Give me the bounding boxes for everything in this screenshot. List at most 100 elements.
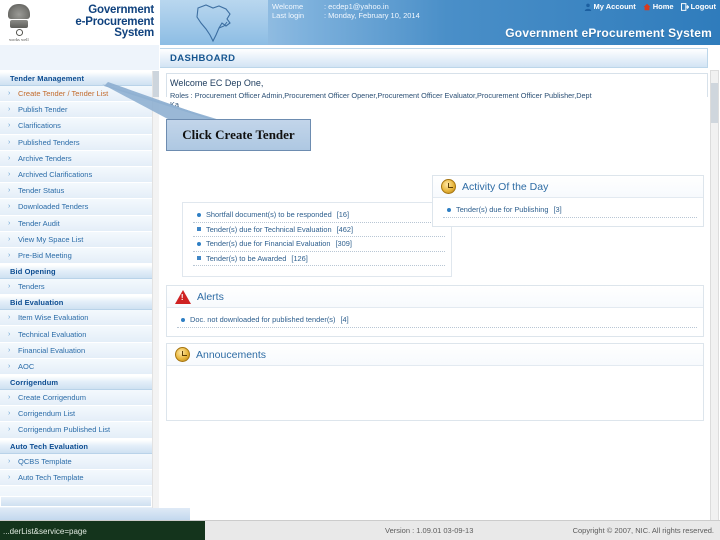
- sidebar-item-downloaded-tenders[interactable]: › Downloaded Tenders: [0, 199, 159, 216]
- sidebar-item-tender-audit[interactable]: › Tender Audit: [0, 215, 159, 232]
- main-scrollbar[interactable]: [710, 70, 719, 522]
- list-item-label: Tender(s) to be Awarded: [206, 253, 287, 263]
- bullet-icon: [197, 227, 201, 231]
- nav-my-account[interactable]: My Account: [584, 2, 636, 11]
- sidebar-item-financial-evaluation[interactable]: › Financial Evaluation: [0, 342, 159, 359]
- chevron-right-icon: ›: [8, 90, 11, 98]
- chevron-right-icon: ›: [8, 219, 11, 227]
- bullet-icon: [197, 212, 201, 217]
- list-item-count: [462]: [336, 224, 354, 234]
- clock-icon: [441, 179, 456, 194]
- sidebar-item-corrigendum-published-list[interactable]: › Corrigendum Published List: [0, 422, 159, 439]
- sidebar-item-label: Tender Audit: [18, 218, 60, 228]
- bullet-icon: [197, 256, 201, 260]
- list-item-label: Tender(s) due for Technical Evaluation: [206, 224, 332, 234]
- header-user-info: Welcome: ecdep1@yahoo.in Last login: Mon…: [272, 2, 572, 20]
- list-item[interactable]: Tender(s) due for Publishing [3]: [443, 203, 697, 218]
- chevron-right-icon: ›: [8, 187, 11, 195]
- chevron-right-icon: ›: [8, 410, 11, 418]
- list-item[interactable]: Tender(s) due for Technical Evaluation [4…: [193, 223, 445, 237]
- app-root: works well Government e-Procurement Syst…: [0, 0, 720, 540]
- page-title: DASHBOARD: [170, 52, 236, 64]
- announcements-card-header: Annoucements: [167, 344, 703, 366]
- chevron-right-icon: ›: [8, 154, 11, 162]
- sidebar-item-pre-bid-meeting[interactable]: › Pre-Bid Meeting: [0, 247, 159, 265]
- sidebar-item-tenders[interactable]: › Tenders: [0, 279, 159, 296]
- sidebar-item-label: Corrigendum Published List: [18, 425, 111, 435]
- sidebar-item-label: Published Tenders: [18, 137, 80, 147]
- list-item[interactable]: Doc. not downloaded for published tender…: [177, 313, 697, 328]
- sidebar-group-2: Bid Evaluation: [0, 295, 159, 311]
- chevron-right-icon: ›: [8, 314, 11, 322]
- status-bar-text: ...derList&service=page: [3, 526, 87, 536]
- alerts-title: Alerts: [197, 290, 224, 303]
- sidebar-item-tender-status[interactable]: › Tender Status: [0, 183, 159, 200]
- browser-status-bar: ...derList&service=page: [0, 521, 205, 540]
- alerts-card: Alerts Doc. not downloaded for published…: [166, 285, 704, 337]
- sidebar-item-archive-tenders[interactable]: › Archive Tenders: [0, 150, 159, 167]
- last-login-row: Last login: Monday, February 10, 2014: [272, 11, 572, 20]
- callout-text: Click Create Tender: [182, 127, 295, 142]
- sidebar-bottom-strip-2: [0, 508, 190, 520]
- sidebar-item-item-wise-evaluation[interactable]: › Item Wise Evaluation: [0, 310, 159, 327]
- welcome-row: Welcome: ecdep1@yahoo.in: [272, 2, 572, 11]
- chevron-right-icon: ›: [8, 346, 11, 354]
- list-item[interactable]: Tender(s) to be Awarded [126]: [193, 252, 445, 266]
- sidebar-item-auto-tech-template[interactable]: › Auto Tech Template: [0, 469, 159, 486]
- list-item[interactable]: Shortfall document(s) to be responded [16…: [193, 208, 445, 223]
- list-item-label: Shortfall document(s) to be responded: [206, 210, 332, 219]
- alerts-card-header: Alerts: [167, 286, 703, 308]
- activity-card-header: Activity Of the Day: [433, 176, 703, 198]
- nav-home[interactable]: Home: [643, 2, 674, 11]
- sidebar-item-corrigendum-list[interactable]: › Corrigendum List: [0, 406, 159, 423]
- site-title-line3: System: [114, 27, 154, 40]
- sidebar-item-label: Corrigendum List: [18, 409, 76, 419]
- sidebar-bottom-strip-1: [0, 496, 152, 507]
- sidebar-item-label: View My Space List: [18, 234, 84, 244]
- chevron-right-icon: ›: [8, 122, 11, 130]
- sidebar-item-label: Clarifications: [18, 121, 61, 131]
- sidebar-item-label: QCBS Template: [18, 456, 72, 466]
- header-nav[interactable]: My Account Home Logout: [584, 2, 716, 11]
- sidebar-item-label: Pre-Bid Meeting: [18, 250, 72, 260]
- pending-tasks-list: Shortfall document(s) to be responded [16…: [183, 203, 451, 270]
- footer-version: Version : 1.09.01 03-09-13: [385, 526, 474, 535]
- click-create-tender-callout: Click Create Tender: [166, 119, 311, 151]
- header-band-title: Government eProcurement System: [505, 26, 712, 40]
- nav-my-account-label: My Account: [593, 2, 636, 11]
- list-item-label: Doc. not downloaded for published tender…: [190, 315, 336, 324]
- sidebar-item-aoc[interactable]: › AOC: [0, 358, 159, 375]
- alerts-list: Doc. not downloaded for published tender…: [167, 308, 703, 332]
- list-item-label: Tender(s) due for Publishing: [456, 205, 549, 214]
- sidebar-item-view-my-space-list[interactable]: › View My Space List: [0, 231, 159, 248]
- sidebar-item-technical-evaluation[interactable]: › Technical Evaluation: [0, 326, 159, 343]
- nav-home-label: Home: [652, 2, 674, 11]
- sidebar-item-label: Archive Tenders: [18, 153, 72, 163]
- list-item-count: [3]: [553, 205, 562, 214]
- welcome-value: : ecdep1@yahoo.in: [324, 2, 389, 11]
- bullet-icon: [447, 207, 451, 212]
- chevron-right-icon: ›: [8, 473, 11, 481]
- sidebar-item-label: AOC: [18, 361, 35, 371]
- nav-logout[interactable]: Logout: [680, 2, 716, 11]
- header-band: Government eProcurement System: [205, 21, 720, 45]
- bullet-icon: [197, 241, 201, 246]
- chevron-right-icon: ›: [8, 457, 11, 465]
- chevron-right-icon: ›: [8, 106, 11, 114]
- bullet-icon: [181, 317, 185, 322]
- list-item[interactable]: Tender(s) due for Financial Evaluation [3…: [193, 237, 445, 252]
- chevron-right-icon: ›: [8, 426, 11, 434]
- sidebar-item-qcbs-template[interactable]: › QCBS Template: [0, 453, 159, 470]
- sidebar-item-label: Downloaded Tenders: [18, 202, 89, 212]
- activity-card: Activity Of the Day Tender(s) due for Pu…: [432, 175, 704, 227]
- list-item-count: [309]: [335, 239, 352, 248]
- sidebar-group-3: Corrigendum: [0, 375, 159, 390]
- main-scroll-thumb[interactable]: [711, 83, 718, 123]
- site-title-line1: Government: [88, 4, 154, 17]
- sidebar-item-create-corrigendum[interactable]: › Create Corrigendum: [0, 390, 159, 407]
- sidebar-item-archived-clarifications[interactable]: › Archived Clarifications: [0, 166, 159, 184]
- sidebar-item-label: Item Wise Evaluation: [18, 313, 89, 323]
- user-icon: [584, 3, 591, 11]
- sidebar-top-spacer: [0, 45, 159, 71]
- sidebar-item-label: Publish Tender: [18, 105, 68, 115]
